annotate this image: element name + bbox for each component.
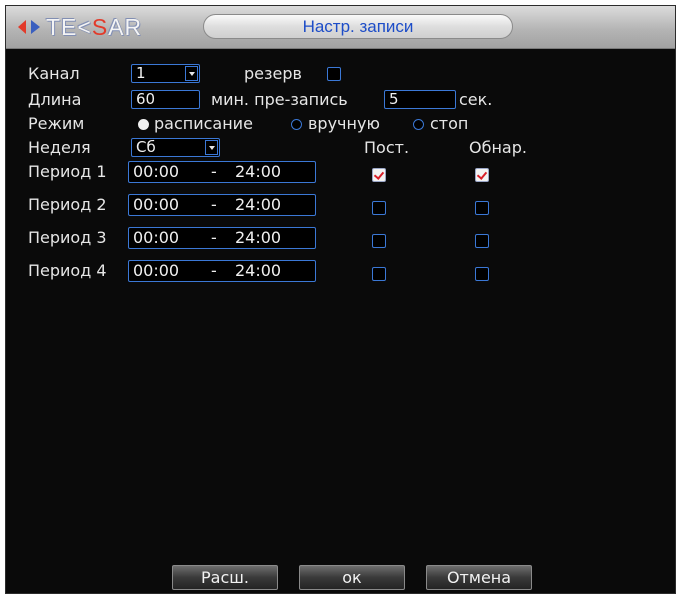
period-time-range[interactable]: 00:00 - 24:00 — [128, 260, 316, 282]
period-separator: - — [211, 228, 217, 247]
period-end-time[interactable]: 24:00 — [235, 162, 281, 182]
period-label: Период 2 — [28, 195, 107, 214]
prerecord-unit: сек. — [459, 90, 493, 109]
title-bar: TE<SAR Настр. записи — [6, 6, 675, 49]
period-start-time[interactable]: 00:00 — [133, 261, 179, 281]
prerecord-input[interactable]: 5 — [384, 90, 456, 109]
chevron-down-icon[interactable] — [205, 140, 218, 155]
mode-option-manual[interactable]: вручную — [308, 114, 380, 134]
mode-radio-schedule[interactable] — [138, 119, 149, 130]
period-end-time[interactable]: 24:00 — [235, 228, 281, 248]
period-start-time[interactable]: 00:00 — [133, 195, 179, 215]
channel-label: Канал — [28, 64, 80, 83]
logo-text: TE<SAR — [46, 13, 143, 40]
period-constant-checkbox[interactable] — [372, 234, 386, 248]
mode-option-stop[interactable]: стоп — [430, 114, 468, 134]
period-detect-checkbox[interactable] — [475, 267, 489, 281]
period-label: Период 4 — [28, 261, 107, 280]
window-title: Настр. записи — [203, 14, 513, 39]
week-value: Сб — [136, 138, 156, 156]
cancel-button[interactable]: Отмена — [426, 565, 532, 590]
period-constant-checkbox[interactable] — [372, 201, 386, 215]
mode-option-schedule[interactable]: расписание — [154, 114, 253, 134]
period-constant-checkbox[interactable] — [372, 267, 386, 281]
channel-value: 1 — [136, 64, 146, 82]
period-end-time[interactable]: 24:00 — [235, 195, 281, 215]
period-separator: - — [211, 162, 217, 181]
period-detect-checkbox[interactable] — [475, 201, 489, 215]
column-header-constant: Пост. — [364, 138, 410, 157]
chevron-down-icon[interactable] — [185, 66, 198, 81]
period-label: Период 3 — [28, 228, 107, 247]
length-label: Длина — [28, 90, 82, 109]
period-detect-checkbox[interactable] — [475, 168, 489, 182]
period-separator: - — [211, 261, 217, 280]
ok-button[interactable]: ок — [299, 565, 405, 590]
period-time-range[interactable]: 00:00 - 24:00 — [128, 194, 316, 216]
mode-radio-manual[interactable] — [291, 119, 302, 130]
length-input[interactable]: 60 — [131, 90, 200, 109]
column-header-detect: Обнар. — [469, 138, 527, 157]
period-end-time[interactable]: 24:00 — [235, 261, 281, 281]
period-constant-checkbox[interactable] — [372, 168, 386, 182]
period-start-time[interactable]: 00:00 — [133, 162, 179, 182]
period-detect-checkbox[interactable] — [475, 234, 489, 248]
period-time-range[interactable]: 00:00 - 24:00 — [128, 161, 316, 183]
channel-select[interactable]: 1 — [131, 64, 200, 83]
mode-label: Режим — [28, 114, 85, 133]
week-label: Неделя — [28, 138, 91, 157]
logo-arrows-icon — [18, 20, 40, 34]
advanced-button[interactable]: Расш. — [172, 565, 278, 590]
period-label: Период 1 — [28, 162, 107, 181]
week-select[interactable]: Сб — [131, 138, 220, 157]
brand-logo: TE<SAR — [18, 14, 142, 40]
record-settings-window: TE<SAR Настр. записи Канал 1 резерв Длин… — [5, 5, 676, 594]
reserve-label: резерв — [244, 64, 302, 83]
prerecord-label: мин. пре-запись — [211, 90, 348, 109]
reserve-checkbox[interactable] — [327, 67, 341, 81]
mode-radio-stop[interactable] — [413, 119, 424, 130]
period-start-time[interactable]: 00:00 — [133, 228, 179, 248]
period-time-range[interactable]: 00:00 - 24:00 — [128, 227, 316, 249]
period-separator: - — [211, 195, 217, 214]
